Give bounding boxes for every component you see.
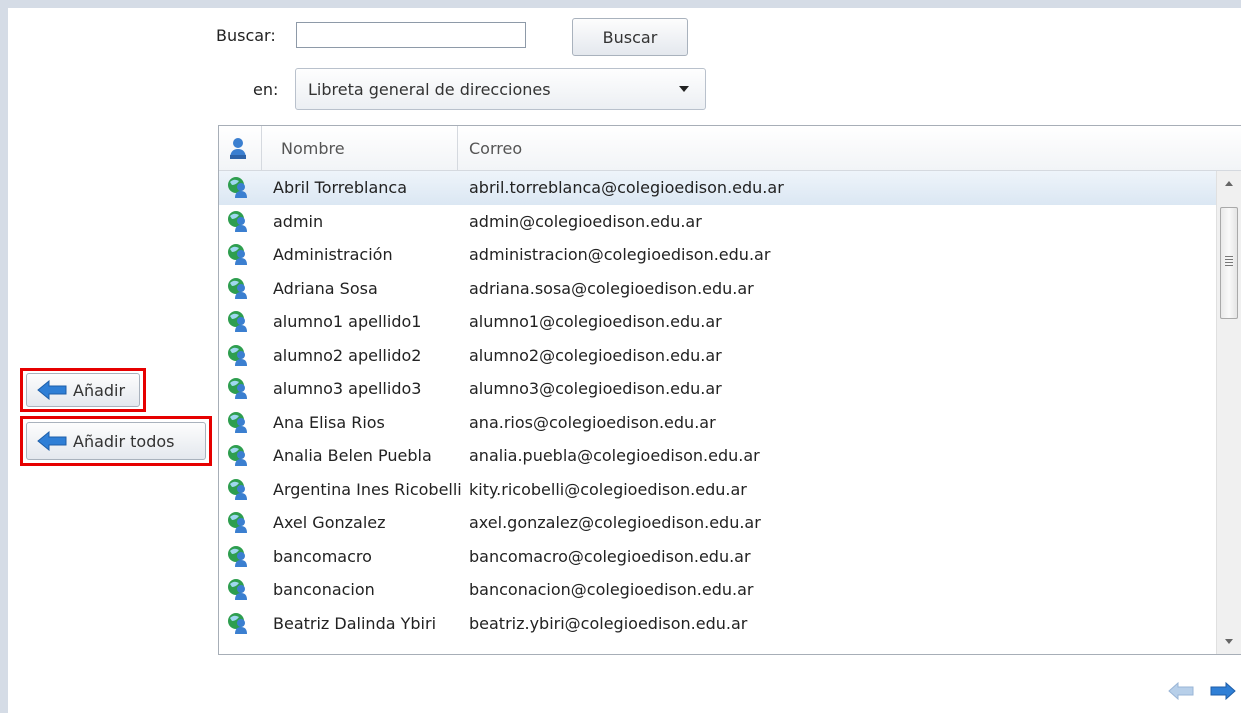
scrollbar-thumb[interactable] xyxy=(1220,207,1238,319)
contact-icon xyxy=(227,210,249,232)
vertical-scrollbar[interactable] xyxy=(1216,171,1241,654)
contact-email: axel.gonzalez@colegioedison.edu.ar xyxy=(469,513,761,533)
contact-email: administracion@colegioedison.edu.ar xyxy=(469,245,771,265)
contacts-list: Abril Torreblanca abril.torreblanca@coleg… xyxy=(219,171,1217,640)
contact-name: Analia Belen Puebla xyxy=(273,446,432,466)
table-row[interactable]: Adriana Sosa adriana.sosa@colegioedison.e… xyxy=(219,272,1217,306)
table-row[interactable]: banconacion banconacion@colegioedison.edu… xyxy=(219,573,1217,607)
contact-icon xyxy=(227,478,249,500)
contact-email: ana.rios@colegioedison.edu.ar xyxy=(469,412,716,432)
table-row[interactable]: Analia Belen Puebla analia.puebla@colegio… xyxy=(219,439,1217,473)
previous-page-button[interactable] xyxy=(1166,676,1196,706)
contact-email: adriana.sosa@colegioedison.edu.ar xyxy=(469,278,754,298)
contact-name: Administración xyxy=(273,245,393,265)
contact-email: admin@colegioedison.edu.ar xyxy=(469,211,702,231)
contact-icon xyxy=(227,243,249,265)
search-input[interactable] xyxy=(296,22,526,48)
search-button[interactable]: Buscar xyxy=(572,18,688,56)
contact-icon xyxy=(227,511,249,533)
search-label: Buscar: xyxy=(216,26,276,45)
address-book-select[interactable]: Libreta general de direcciones xyxy=(295,68,706,110)
table-header: Nombre Correo xyxy=(219,126,1241,171)
next-page-button[interactable] xyxy=(1208,676,1238,706)
contact-icon xyxy=(227,411,249,433)
contact-name: Argentina Ines Ricobelli xyxy=(273,479,462,499)
contact-email: alumno3@colegioedison.edu.ar xyxy=(469,379,722,399)
arrow-left-icon xyxy=(1168,682,1194,700)
contact-name: bancomacro xyxy=(273,546,372,566)
contact-name: Abril Torreblanca xyxy=(273,178,408,198)
contact-email: beatriz.ybiri@colegioedison.edu.ar xyxy=(469,613,748,633)
contact-name: admin xyxy=(273,211,324,231)
add-all-button-label: Añadir todos xyxy=(73,431,175,451)
contact-name: Axel Gonzalez xyxy=(273,513,386,533)
arrow-left-icon xyxy=(37,380,67,400)
contact-icon xyxy=(227,310,249,332)
contact-icon xyxy=(227,444,249,466)
person-column-header[interactable] xyxy=(229,126,253,170)
chevron-down-icon xyxy=(679,86,689,92)
table-row[interactable]: Administración administracion@colegioedis… xyxy=(219,238,1217,272)
add-all-button[interactable]: Añadir todos xyxy=(26,422,206,460)
table-row[interactable]: alumno2 apellido2 alumno2@colegioedison.e… xyxy=(219,339,1217,373)
contact-email: bancomacro@colegioedison.edu.ar xyxy=(469,546,751,566)
table-row[interactable]: bancomacro bancomacro@colegioedison.edu.a… xyxy=(219,540,1217,574)
contact-icon xyxy=(227,545,249,567)
contact-icon xyxy=(227,176,249,198)
add-button[interactable]: Añadir xyxy=(26,373,140,407)
table-row[interactable]: alumno1 apellido1 alumno1@colegioedison.e… xyxy=(219,305,1217,339)
table-row[interactable]: Argentina Ines Ricobelli kity.ricobelli@c… xyxy=(219,473,1217,507)
scope-label: en: xyxy=(253,80,279,99)
contact-name: Ana Elisa Rios xyxy=(273,412,385,432)
scroll-down-icon[interactable] xyxy=(1225,639,1233,644)
scroll-up-icon[interactable] xyxy=(1225,181,1233,186)
contact-name: alumno1 apellido1 xyxy=(273,312,422,332)
arrow-right-icon xyxy=(1210,682,1236,700)
table-row[interactable]: Beatriz Dalinda Ybiri beatriz.ybiri@coleg… xyxy=(219,607,1217,641)
address-book-select-value: Libreta general de direcciones xyxy=(308,79,551,99)
contact-email: kity.ricobelli@colegioedison.edu.ar xyxy=(469,479,747,499)
table-row[interactable]: alumno3 apellido3 alumno3@colegioedison.e… xyxy=(219,372,1217,406)
contact-email: alumno1@colegioedison.edu.ar xyxy=(469,312,722,332)
person-icon xyxy=(230,138,246,159)
contact-icon xyxy=(227,277,249,299)
contact-email: alumno2@colegioedison.edu.ar xyxy=(469,345,722,365)
arrow-left-icon xyxy=(37,431,67,451)
contacts-table: Nombre Correo Abril Torreblanca abril.tor… xyxy=(218,125,1241,655)
contact-email: banconacion@colegioedison.edu.ar xyxy=(469,580,754,600)
name-column-header[interactable]: Nombre xyxy=(281,126,345,170)
contact-name: alumno3 apellido3 xyxy=(273,379,422,399)
table-row[interactable]: admin admin@colegioedison.edu.ar xyxy=(219,205,1217,239)
contact-icon xyxy=(227,344,249,366)
add-button-label: Añadir xyxy=(73,380,126,400)
contact-name: Adriana Sosa xyxy=(273,278,378,298)
contact-name: banconacion xyxy=(273,580,375,600)
contact-icon xyxy=(227,377,249,399)
contact-name: Beatriz Dalinda Ybiri xyxy=(273,613,437,633)
table-row[interactable]: Abril Torreblanca abril.torreblanca@coleg… xyxy=(219,171,1217,205)
contact-email: analia.puebla@colegioedison.edu.ar xyxy=(469,446,760,466)
contact-icon xyxy=(227,578,249,600)
contact-name: alumno2 apellido2 xyxy=(273,345,422,365)
contact-icon xyxy=(227,612,249,634)
table-row[interactable]: Axel Gonzalez axel.gonzalez@colegioedison… xyxy=(219,506,1217,540)
email-column-header[interactable]: Correo xyxy=(469,126,522,170)
contact-email: abril.torreblanca@colegioedison.edu.ar xyxy=(469,178,784,198)
table-row[interactable]: Ana Elisa Rios ana.rios@colegioedison.edu… xyxy=(219,406,1217,440)
